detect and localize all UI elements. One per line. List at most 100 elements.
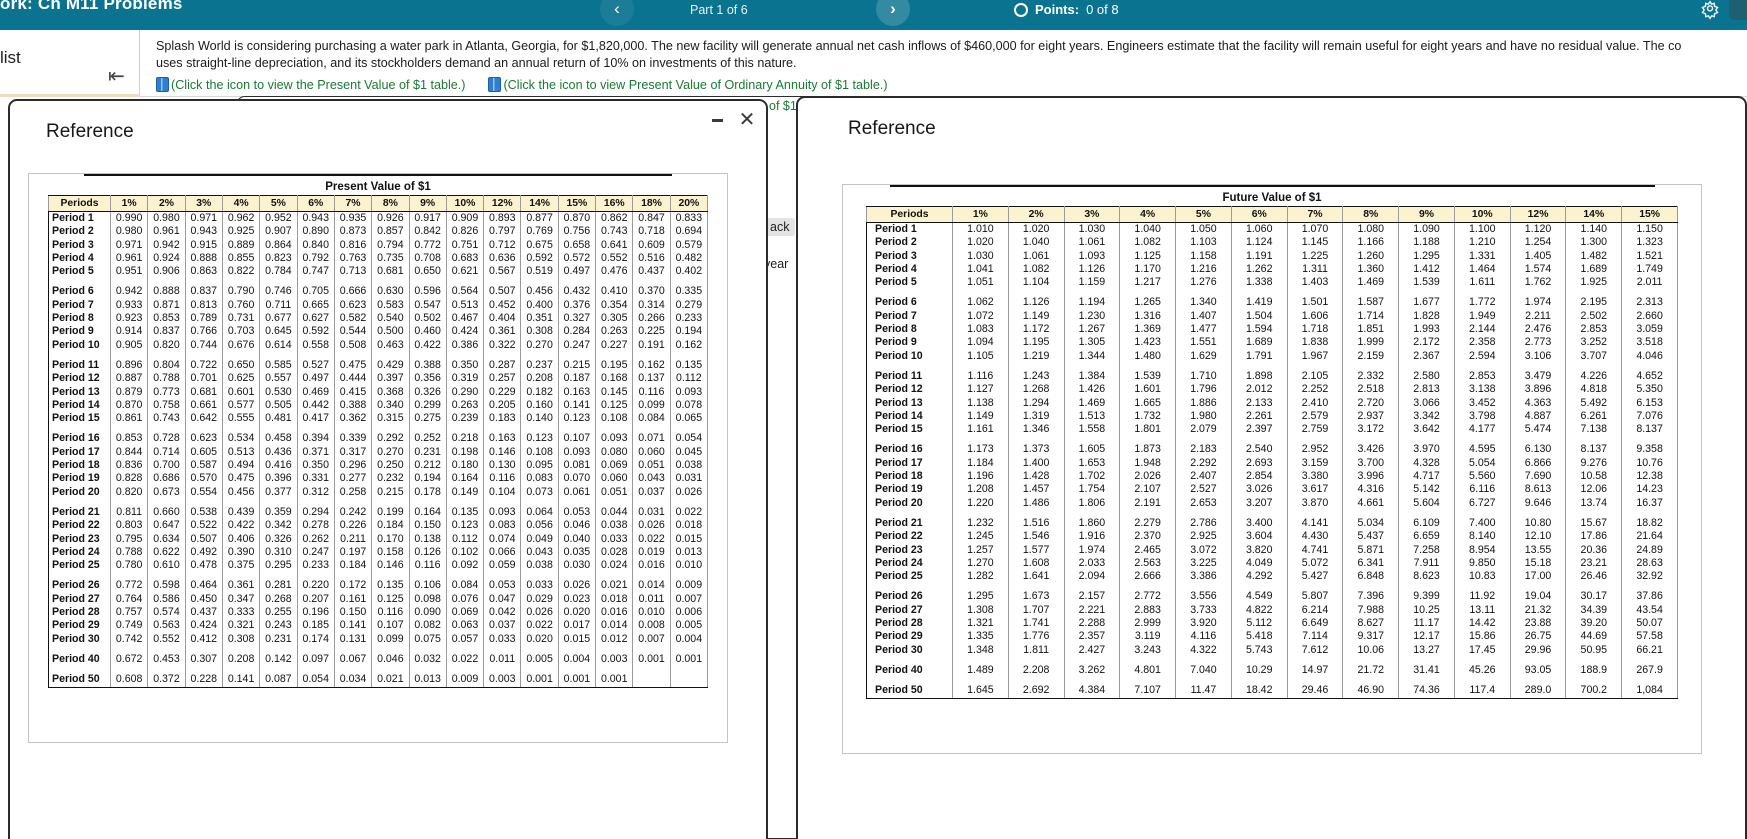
annuity-table-link[interactable]: (Click the icon to view Present Value of…	[503, 78, 887, 92]
table-cell-value: 0.018	[669, 519, 709, 533]
save-button[interactable]: Sa	[1729, 0, 1747, 20]
table-cell-value: 0.046	[371, 652, 410, 667]
column-header-rate: 7%	[1286, 206, 1344, 223]
reference-window-future-value[interactable]: Reference ✕ Future Value of $1 Periods1%…	[796, 96, 1747, 839]
table-cell-value: 0.508	[333, 338, 373, 352]
table-icon[interactable]	[488, 77, 502, 92]
table-cell-value: 0.003	[595, 652, 634, 667]
pv-table-link[interactable]: (Click the icon to view the Present Valu…	[171, 78, 465, 92]
table-cell-value: 0.622	[147, 545, 186, 560]
table-cell-value: 0.340	[371, 398, 410, 413]
minimize-icon[interactable]	[706, 109, 728, 131]
table-cell-value: 0.582	[333, 312, 373, 326]
table-cell-value: 0.610	[147, 559, 186, 573]
future-value-table: Periods 1% 2% 3% 4% 5% 6% 7% 8% 9% 10% 12% 14% 15% Pe…	[866, 206, 1678, 699]
table-cell-value: 0.836	[109, 459, 149, 473]
table-cell-value: 8.613	[1509, 483, 1567, 497]
table-cell-value: 3.380	[1286, 470, 1344, 484]
table-cell-value: 2.159	[1342, 349, 1400, 363]
table-group-spacer	[866, 436, 1678, 444]
table-row: Period 15 0.861 0.743 0.642 0.555 0.481 0.417 0…	[48, 412, 709, 426]
row-label-period: Period 50	[866, 684, 953, 699]
table-cell-value: 0.185	[296, 619, 335, 633]
table-cell-value: 0.342	[259, 519, 298, 533]
row-label-period: Period 18	[48, 459, 111, 473]
table-cell-value: 1.948	[1119, 456, 1177, 471]
table-cell-value: 1.158	[1175, 249, 1232, 263]
table-row: Period 20 0.820 0.673 0.554 0.456 0.377 0.312 0…	[48, 485, 709, 499]
table-cell-value: 0.277	[333, 472, 373, 486]
table-cell-value: 0.029	[520, 592, 559, 607]
table-row: Period 1 1.010 1.020 1.030 1.040 1.050 1.060 1.…	[866, 222, 1678, 237]
table-cell-value: 0.074	[483, 532, 522, 546]
collapse-panel-icon[interactable]: ⇤	[108, 64, 125, 89]
table-cell-value: 0.022	[669, 505, 709, 520]
table-cell-value: 0.082	[408, 619, 447, 633]
column-header-rate: 12%	[483, 195, 522, 212]
table-cell-value: 0.436	[259, 445, 298, 460]
table-cell-value: 10.80	[1509, 516, 1567, 531]
table-cell-value	[669, 673, 709, 688]
table-cell-value: 0.012	[595, 632, 634, 646]
table-cell-value: 2.773	[1509, 336, 1567, 350]
table-cell-value: 4.141	[1286, 516, 1344, 531]
table-cell-value: 66.21	[1621, 643, 1678, 657]
table-cell-value: 3.066	[1398, 396, 1455, 410]
table-cell-value: 1.811	[1007, 643, 1065, 657]
reference-window-present-value[interactable]: Reference ✕ Present Value of $1 Periods 1…	[8, 99, 768, 839]
table-cell-value: 0.195	[595, 358, 634, 373]
table-cell-value: 1.749	[1621, 262, 1678, 277]
table-cell-value: 2.172	[1398, 336, 1455, 350]
table-cell-value: 2.666	[1119, 570, 1177, 584]
table-row: Period 9 1.094 1.195 1.305 1.423 1.551 1.689 1.…	[866, 336, 1678, 350]
table-cell-value: 0.915	[184, 238, 223, 252]
previous-part-button[interactable]: ‹	[600, 0, 634, 26]
table-row: Period 16 1.173 1.373 1.605 1.873 2.183 2.540 2…	[866, 443, 1678, 457]
table-cell-value: 1.513	[1063, 409, 1121, 424]
close-icon[interactable]: ✕	[736, 108, 758, 131]
table-group-spacer	[866, 289, 1678, 297]
table-cell-value: 0.123	[520, 432, 559, 446]
table-cell-value: 0.482	[669, 251, 709, 266]
table-cell-value: 0.837	[147, 325, 186, 339]
table-cell-value: 0.215	[371, 485, 410, 499]
table-cell-value: 1.276	[1175, 276, 1232, 290]
table-cell-value: 0.375	[221, 559, 261, 573]
table-cell-value: 3.400	[1230, 516, 1288, 531]
table-cell-value: 0.844	[109, 445, 149, 460]
table-cell-value: 1.346	[1007, 423, 1065, 437]
table-cell-value: 1.093	[1063, 249, 1121, 263]
table-cell-value: 10.25	[1398, 603, 1455, 618]
table-cell-value: 28.63	[1621, 556, 1678, 571]
table-cell-value: 1.629	[1175, 349, 1232, 363]
table-cell-value: 0.004	[557, 652, 597, 667]
table-cell-value: 1.477	[1175, 323, 1232, 337]
table-cell-value: 0.475	[333, 358, 373, 373]
table-cell-value: 7.690	[1509, 470, 1567, 484]
table-cell-value: 0.555	[221, 412, 261, 426]
table-cell-value: 1.125	[1119, 249, 1177, 263]
table-icon[interactable]	[156, 77, 169, 92]
table-cell-value: 0.388	[333, 398, 373, 413]
table-cell-value: 3.426	[1342, 443, 1400, 457]
table-group-spacer	[48, 351, 709, 359]
table-cell-value: 4.887	[1509, 409, 1567, 424]
table-cell-value: 0.742	[109, 632, 149, 646]
table-cell-value: 0.226	[333, 519, 373, 533]
table-group-spacer	[866, 677, 1678, 685]
table-cell-value: 0.469	[296, 385, 335, 399]
table-cell-value: 0.183	[483, 412, 522, 426]
gear-icon[interactable]	[1700, 0, 1720, 20]
row-label-period: Period 30	[48, 632, 111, 646]
table-cell-value: 0.021	[595, 579, 634, 593]
table-cell-value: 0.194	[669, 325, 709, 339]
table-cell-value: 1.400	[1007, 456, 1065, 471]
table-cell-value: 0.178	[408, 485, 447, 499]
back-button[interactable]: ack	[764, 218, 796, 236]
table-cell-value: 0.290	[445, 385, 485, 399]
table-cell-value: 0.634	[147, 532, 186, 546]
table-cell-value: 0.952	[259, 211, 298, 226]
next-part-button[interactable]: ›	[876, 0, 910, 26]
row-label-period: Period 9	[866, 336, 953, 350]
table-cell-value: 1.360	[1342, 262, 1400, 277]
